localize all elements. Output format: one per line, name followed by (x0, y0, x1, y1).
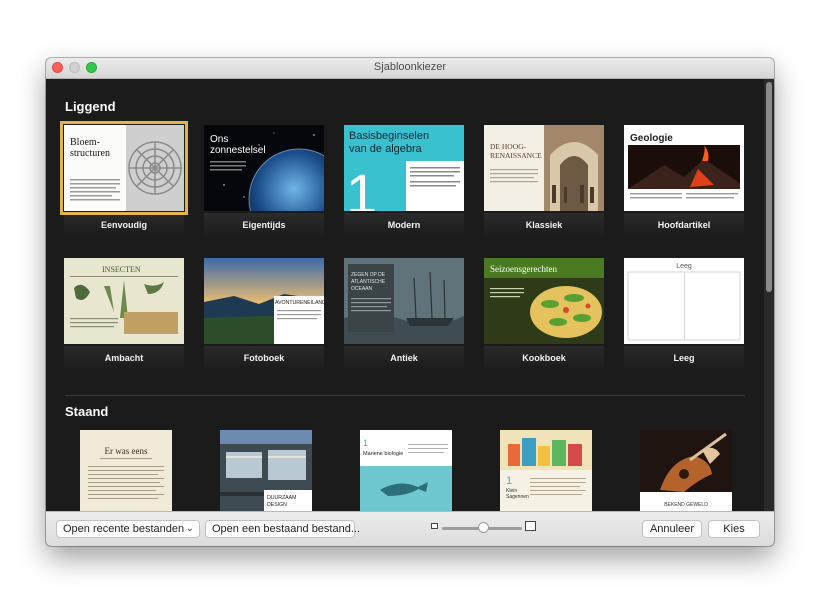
svg-text:Er was eens: Er was eens (105, 446, 148, 456)
template-thumbnail: DE HOOG- RENAISSANCE (484, 125, 604, 211)
svg-text:Leeg: Leeg (676, 263, 692, 270)
title-bar: Sjabloonkiezer (46, 58, 774, 79)
template-heading-line2: structuren (70, 148, 110, 159)
template-label: Eigentijds (242, 220, 286, 230)
svg-text:1: 1 (363, 438, 368, 448)
svg-text:Geologie: Geologie (630, 133, 673, 144)
cancel-button[interactable]: Annuleer (642, 520, 702, 538)
template-thumbnail: ZEGEN OP DE ATLANTISCHE OCEAAN (344, 258, 464, 344)
slider-knob[interactable] (478, 522, 489, 533)
template-thumbnail: Geologie (624, 125, 744, 211)
template-thumbnail: Seizoensgerechten (484, 258, 604, 344)
template-label: Hoofdartikel (657, 220, 711, 230)
template-heading-line1: Bloem- (70, 137, 100, 148)
open-recent-dropdown[interactable]: Open recente bestanden ⌄ (56, 520, 200, 538)
svg-text:INSECTEN: INSECTEN (102, 265, 141, 274)
svg-text:1: 1 (346, 162, 377, 211)
template-thumbnail: INSECTEN (64, 258, 184, 344)
template-label: Fotoboek (243, 353, 285, 363)
svg-text:zonnestelsel: zonnestelsel (210, 145, 266, 156)
section-divider (65, 395, 745, 396)
template-thumbnail: Basisbeginselen van de algebra 1 (344, 125, 464, 211)
template-thumbnail: Ons zonnestelsel (204, 125, 324, 211)
svg-text:OCEAAN: OCEAAN (351, 286, 373, 292)
window-title: Sjabloonkiezer (373, 61, 447, 73)
scrollbar-thumb[interactable] (766, 82, 772, 292)
open-existing-label: Open een bestaand bestand... (212, 523, 361, 535)
svg-text:RENAISSANCE: RENAISSANCE (490, 151, 542, 160)
template-label: Ambacht (104, 353, 144, 363)
template-label: Modern (387, 220, 421, 230)
svg-text:ATLANTISCHE: ATLANTISCHE (351, 279, 386, 285)
svg-text:Sagennen: Sagennen (506, 494, 529, 500)
bottom-toolbar: Open recente bestanden ⌄ Open een bestaa… (46, 511, 774, 546)
open-recent-label: Open recente bestanden (63, 523, 185, 535)
svg-text:van de algebra: van de algebra (349, 143, 423, 155)
gallery-scrollbar[interactable] (764, 79, 774, 511)
svg-text:Mariene biologie: Mariene biologie (363, 451, 403, 457)
portrait-template-4[interactable]: 1 Klein Sagennen (500, 430, 592, 511)
template-label: Antiek (390, 353, 418, 363)
template-thumbnail: Bloem- structuren (60, 121, 188, 215)
template-gallery: Liggend Bloem- structuren Eenvoudig Ons … (46, 79, 774, 511)
small-thumbnail-icon[interactable] (431, 523, 438, 529)
svg-text:1: 1 (506, 475, 512, 487)
template-label: Klassiek (525, 220, 563, 230)
svg-text:Ons: Ons (210, 134, 228, 145)
template-label: Eenvoudig (100, 220, 147, 230)
svg-text:DE HOOG-: DE HOOG- (490, 142, 527, 151)
choose-label: Kies (723, 523, 745, 535)
section-title-portrait: Staand (65, 404, 109, 419)
svg-text:AVONTURENEILAND: AVONTURENEILAND (275, 300, 324, 306)
svg-text:DESIGN: DESIGN (267, 502, 287, 508)
portrait-template-3[interactable]: 1 Mariene biologie (360, 430, 452, 511)
cancel-label: Annuleer (649, 523, 695, 535)
choose-button[interactable]: Kies (708, 520, 760, 538)
svg-text:Seizoensgerechten: Seizoensgerechten (490, 264, 557, 274)
portrait-template-5[interactable]: BEKEND GEWELD (640, 430, 732, 511)
chevron-down-icon: ⌄ (185, 523, 194, 534)
svg-text:ZEGEN OP DE: ZEGEN OP DE (351, 272, 386, 278)
svg-text:BEKEND GEWELD: BEKEND GEWELD (664, 502, 708, 508)
portrait-template-2[interactable]: DUURZAAM DESIGN (220, 430, 312, 511)
template-label: Leeg (673, 353, 695, 363)
portrait-template-1[interactable]: Er was eens (80, 430, 172, 511)
template-thumbnail: Leeg (624, 258, 744, 344)
svg-text:Basisbeginselen: Basisbeginselen (349, 130, 429, 142)
svg-text:DUURZAAM: DUURZAAM (267, 495, 296, 501)
large-thumbnail-icon[interactable] (525, 521, 536, 531)
template-label: Kookboek (522, 353, 566, 363)
section-title-landscape: Liggend (65, 99, 116, 114)
template-chooser-window: Sjabloonkiezer Liggend Bloem- structuren (46, 58, 774, 546)
template-thumbnail: AVONTURENEILAND (204, 258, 324, 344)
open-existing-button[interactable]: Open een bestaand bestand... (205, 520, 360, 538)
